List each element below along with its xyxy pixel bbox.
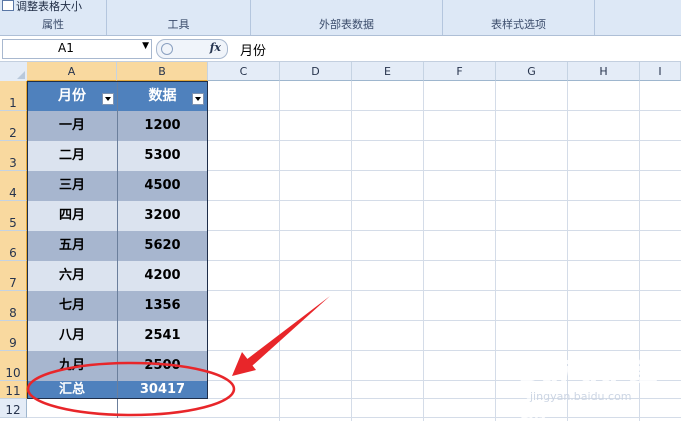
arrow-shaft xyxy=(246,296,330,366)
highlight-ellipse xyxy=(26,361,236,417)
watermark-url: jingyan.baidu.com xyxy=(530,390,632,403)
